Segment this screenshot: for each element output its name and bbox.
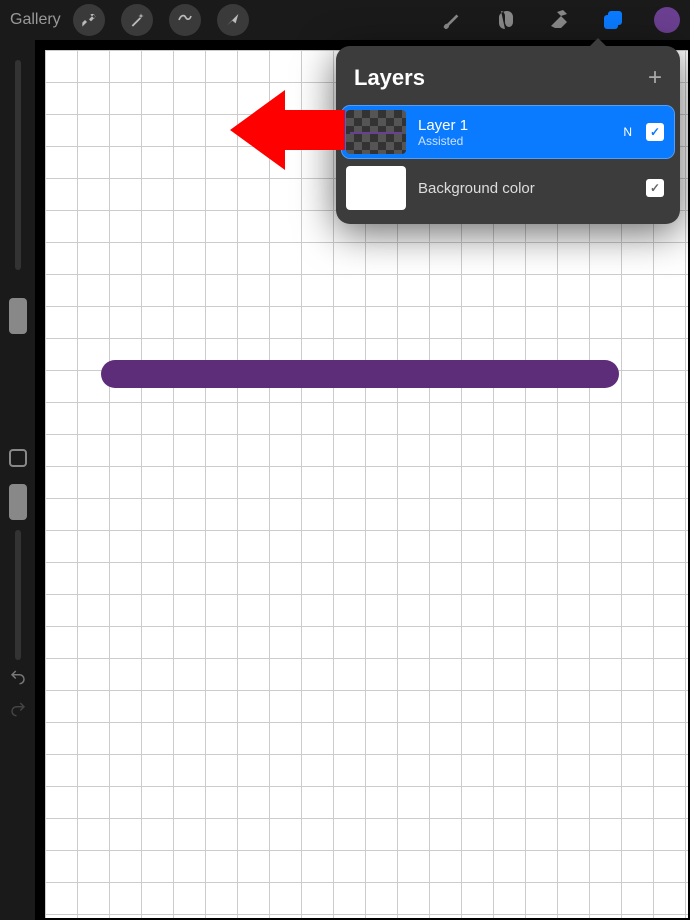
adjustments-button[interactable] xyxy=(121,4,153,36)
top-toolbar: Gallery xyxy=(0,0,690,40)
opacity-slider[interactable] xyxy=(15,530,21,660)
wand-icon xyxy=(129,12,145,28)
layer-row-1[interactable]: Layer 1 Assisted N ✓ xyxy=(342,106,674,158)
layer-thumbnail[interactable] xyxy=(346,110,406,154)
modify-button[interactable] xyxy=(9,449,27,467)
layer-name-label: Background color xyxy=(418,180,646,197)
color-button[interactable] xyxy=(654,7,680,33)
layer-name-label: Layer 1 xyxy=(418,117,623,134)
gallery-button[interactable]: Gallery xyxy=(10,11,61,29)
brush-size-handle[interactable] xyxy=(9,298,27,334)
wrench-icon xyxy=(81,12,97,28)
layers-panel-title: Layers xyxy=(354,65,425,91)
layers-icon xyxy=(601,8,625,32)
visibility-checkbox[interactable]: ✓ xyxy=(646,123,664,141)
actions-button[interactable] xyxy=(73,4,105,36)
add-layer-button[interactable]: + xyxy=(648,64,662,92)
layers-panel: Layers + Layer 1 Assisted N ✓ Background… xyxy=(336,46,680,224)
select-icon xyxy=(177,12,193,28)
smudge-icon xyxy=(493,8,517,32)
eraser-tool[interactable] xyxy=(546,7,572,33)
transform-button[interactable] xyxy=(217,4,249,36)
undo-icon xyxy=(9,668,27,686)
selection-button[interactable] xyxy=(169,4,201,36)
move-icon xyxy=(225,12,241,28)
opacity-handle[interactable] xyxy=(9,484,27,520)
smudge-tool[interactable] xyxy=(492,7,518,33)
redo-button[interactable] xyxy=(9,700,27,723)
redo-icon xyxy=(9,700,27,718)
undo-button[interactable] xyxy=(9,668,27,691)
brush-icon xyxy=(440,9,462,31)
color-swatch-icon xyxy=(654,7,680,33)
layer-thumbnail[interactable] xyxy=(346,166,406,210)
left-sidebar xyxy=(0,40,35,920)
layers-button[interactable] xyxy=(600,7,626,33)
blend-mode-badge[interactable]: N xyxy=(623,125,632,139)
brush-tool[interactable] xyxy=(438,7,464,33)
layer-row-background[interactable]: Background color ✓ xyxy=(342,162,674,214)
visibility-checkbox[interactable]: ✓ xyxy=(646,179,664,197)
eraser-icon xyxy=(547,8,571,32)
brush-size-slider[interactable] xyxy=(15,60,21,270)
brush-stroke xyxy=(101,360,619,388)
layer-subtext: Assisted xyxy=(418,134,623,148)
